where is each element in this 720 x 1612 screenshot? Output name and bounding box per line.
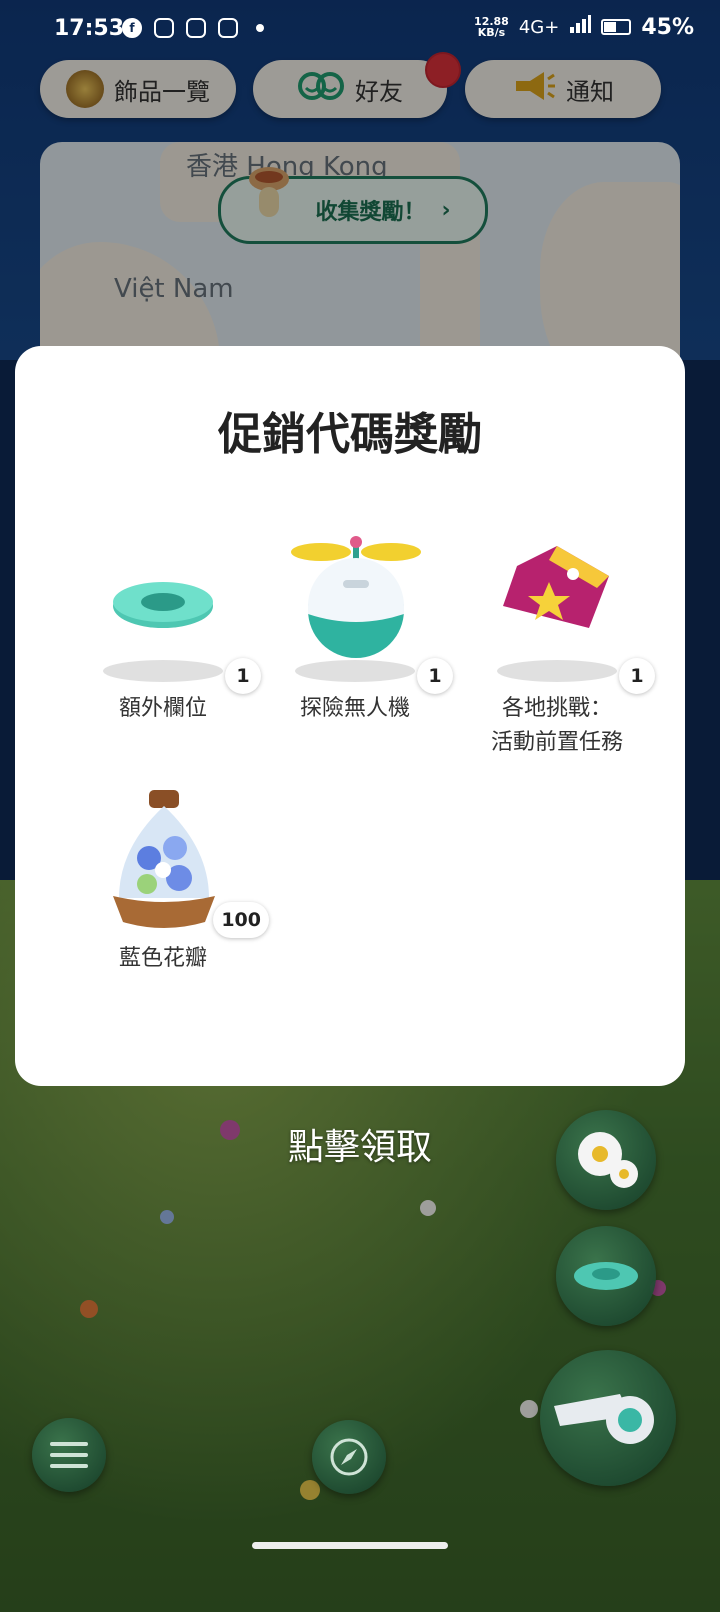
instagram-icon bbox=[186, 18, 206, 38]
reward-label: 額外欄位 bbox=[118, 696, 207, 721]
reward-item-challenge-ticket[interactable]: 1 各地挑戰： 活動前置任務 bbox=[457, 546, 657, 760]
status-bar: 17:53 f 12.88 KB/s 4G+ 45% bbox=[0, 0, 720, 58]
instagram-icon bbox=[154, 18, 174, 38]
reward-label: 各地挑戰： 活動前置任務 bbox=[457, 692, 657, 760]
reward-label-line2: 活動前置任務 bbox=[490, 730, 623, 755]
home-indicator[interactable] bbox=[252, 1542, 448, 1549]
clock: 17:53 bbox=[54, 16, 125, 41]
network-speed: 12.88 KB/s bbox=[474, 16, 509, 38]
reward-label: 探險無人機 bbox=[299, 696, 410, 721]
reward-quantity: 1 bbox=[417, 658, 453, 694]
reward-label-line1: 各地挑戰： bbox=[501, 696, 612, 721]
menu-button[interactable] bbox=[32, 1418, 106, 1492]
reward-quantity: 100 bbox=[213, 902, 269, 938]
slot-disc-icon bbox=[105, 574, 221, 648]
whistle-icon bbox=[550, 1386, 666, 1454]
slot-disc-icon bbox=[570, 1256, 642, 1300]
reward-label: 藍色花瓣 bbox=[118, 946, 207, 971]
whistle-button[interactable] bbox=[540, 1350, 676, 1486]
more-dot-icon bbox=[256, 24, 264, 32]
network-speed-unit: KB/s bbox=[477, 26, 506, 39]
battery-percent: 45% bbox=[641, 14, 694, 40]
network-type: 4G+ bbox=[518, 16, 560, 38]
facebook-icon: f bbox=[122, 18, 142, 38]
flower-button[interactable] bbox=[556, 1110, 656, 1210]
compass-icon bbox=[329, 1437, 369, 1481]
promo-rewards-dialog: 促銷代碼獎勵 1 額外欄位 1 探險無人機 1 各地挑戰： 活動前置任務 100… bbox=[15, 346, 685, 1086]
compass-button[interactable] bbox=[312, 1420, 386, 1494]
reward-item-blue-petals[interactable]: 100 藍色花瓣 bbox=[63, 788, 269, 976]
slot-button[interactable] bbox=[556, 1226, 656, 1326]
dialog-title: 促銷代碼獎勵 bbox=[218, 409, 482, 460]
flower-jar-icon bbox=[109, 788, 219, 937]
reward-item-extra-slot[interactable]: 1 額外欄位 bbox=[63, 558, 263, 726]
reward-item-explorer-drone[interactable]: 1 探險無人機 bbox=[255, 536, 455, 726]
drone-icon bbox=[291, 530, 421, 664]
daisy-icon bbox=[570, 1124, 642, 1200]
signal-icon bbox=[569, 14, 592, 40]
instagram-icon bbox=[218, 18, 238, 38]
battery-icon bbox=[601, 19, 632, 35]
hamburger-menu-icon bbox=[50, 1440, 88, 1474]
reward-quantity: 1 bbox=[619, 658, 655, 694]
ticket-icon bbox=[497, 536, 621, 660]
